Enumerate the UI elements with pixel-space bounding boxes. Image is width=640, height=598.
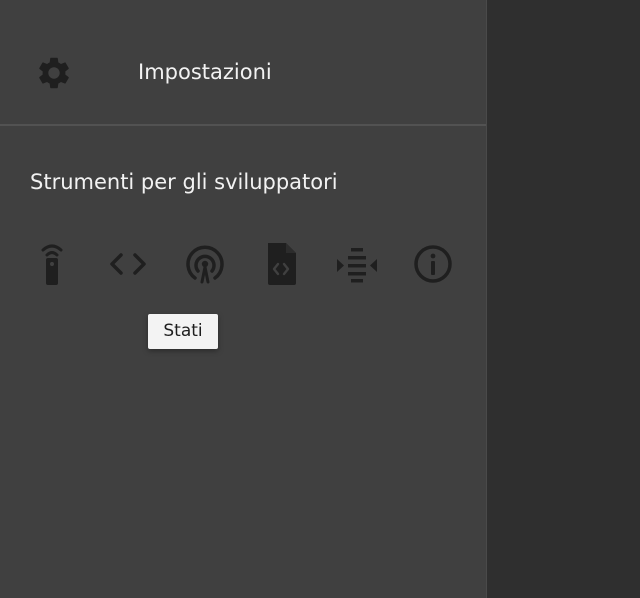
code-file-button[interactable] — [256, 239, 306, 289]
tooltip: Stati — [148, 314, 218, 349]
content-area — [487, 0, 640, 598]
log-button[interactable] — [332, 239, 382, 289]
code-button[interactable] — [103, 239, 153, 289]
app-screen: Impostazioni Strumenti per gli sviluppat… — [0, 0, 640, 598]
info-button[interactable] — [408, 239, 458, 289]
gear-icon — [35, 54, 73, 92]
divider — [0, 124, 486, 126]
settings-item[interactable]: Impostazioni — [0, 0, 486, 124]
broadcast-button[interactable] — [180, 239, 230, 289]
info-icon — [411, 242, 455, 286]
code-file-icon — [261, 240, 301, 288]
broadcast-icon — [182, 241, 228, 287]
code-icon — [105, 244, 151, 284]
remote-icon — [30, 239, 74, 289]
remote-button[interactable] — [27, 239, 77, 289]
settings-panel: Impostazioni Strumenti per gli sviluppat… — [0, 0, 486, 598]
log-icon — [334, 242, 380, 286]
developer-tools-title: Strumenti per gli sviluppatori — [30, 170, 338, 194]
settings-label: Impostazioni — [138, 60, 272, 84]
